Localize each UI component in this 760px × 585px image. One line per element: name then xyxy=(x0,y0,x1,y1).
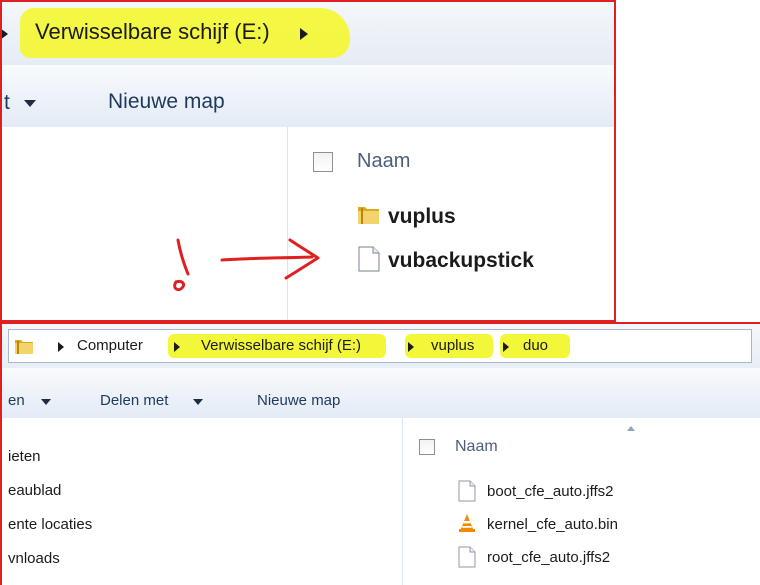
nav-item-downloads[interactable]: vnloads xyxy=(8,550,60,567)
breadcrumb-computer[interactable]: Computer xyxy=(77,337,143,354)
explorer-window-duo: Computer Verwisselbare schijf (E:) vuplu… xyxy=(0,322,760,585)
breadcrumb-arrow-icon[interactable] xyxy=(300,28,308,40)
new-folder-button[interactable]: Nieuwe map xyxy=(257,392,340,409)
breadcrumb-drive[interactable]: Verwisselbare schijf (E:) xyxy=(201,337,361,354)
breadcrumb-duo[interactable]: duo xyxy=(523,337,548,354)
address-bar: Computer Verwisselbare schijf (E:) vuplu… xyxy=(2,324,760,369)
explorer-window-drive: Verwisselbare schijf (E:) t Nieuwe map N… xyxy=(0,0,616,322)
breadcrumb-drive[interactable]: Verwisselbare schijf (E:) xyxy=(35,19,270,45)
address-bar[interactable]: Verwisselbare schijf (E:) xyxy=(2,2,614,66)
organize-button[interactable]: t xyxy=(4,91,10,115)
chevron-down-icon[interactable] xyxy=(41,399,51,405)
breadcrumb-arrow-icon[interactable] xyxy=(174,342,180,352)
column-header-name[interactable]: Naam xyxy=(357,150,410,173)
annotation-arrow-icon xyxy=(162,230,332,305)
select-all-checkbox[interactable] xyxy=(419,439,435,455)
nav-item-desktop[interactable]: eaublad xyxy=(8,482,61,499)
list-item[interactable]: vuplus xyxy=(388,205,456,229)
share-with-button[interactable]: Delen met xyxy=(100,392,168,409)
file-icon xyxy=(358,246,380,277)
list-item[interactable]: boot_cfe_auto.jffs2 xyxy=(487,483,614,500)
chevron-down-icon[interactable] xyxy=(24,100,36,107)
file-icon xyxy=(458,480,476,507)
folder-icon xyxy=(357,202,381,231)
nav-item-recent-places[interactable]: ente locaties xyxy=(8,516,92,533)
list-item[interactable]: vubackupstick xyxy=(388,249,534,273)
file-list: Naam boot_cfe_auto.jffs2 kernel_cfe_auto… xyxy=(403,418,760,585)
nav-item-favorites[interactable]: ieten xyxy=(8,448,41,465)
breadcrumb-drive-letter: (E:) xyxy=(332,337,362,354)
command-bar: en Delen met Nieuwe map xyxy=(2,368,760,419)
select-all-checkbox[interactable] xyxy=(313,152,333,172)
breadcrumb-arrow-icon[interactable] xyxy=(2,28,8,40)
navigation-pane: ieten eaublad ente locaties vnloads xyxy=(2,418,403,585)
breadcrumb-arrow-icon[interactable] xyxy=(58,342,64,352)
list-item[interactable]: root_cfe_auto.jffs2 xyxy=(487,549,610,566)
file-icon xyxy=(458,546,476,573)
list-item[interactable]: kernel_cfe_auto.bin xyxy=(487,516,618,533)
sort-ascending-icon xyxy=(627,426,635,431)
new-folder-button[interactable]: Nieuwe map xyxy=(108,90,225,114)
file-list: Naam vuplus vubackupstick xyxy=(288,127,614,320)
folder-icon xyxy=(14,337,34,360)
command-bar: t Nieuwe map xyxy=(2,65,614,128)
breadcrumb-drive-label: Verwisselbare schijf xyxy=(201,337,333,354)
breadcrumb-arrow-icon[interactable] xyxy=(503,342,509,352)
column-header-name[interactable]: Naam xyxy=(455,438,498,456)
breadcrumb-arrow-icon[interactable] xyxy=(408,342,414,352)
breadcrumb-vuplus[interactable]: vuplus xyxy=(431,337,474,354)
vlc-cone-icon xyxy=(458,513,476,538)
chevron-down-icon[interactable] xyxy=(193,399,203,405)
open-button[interactable]: en xyxy=(8,392,25,409)
